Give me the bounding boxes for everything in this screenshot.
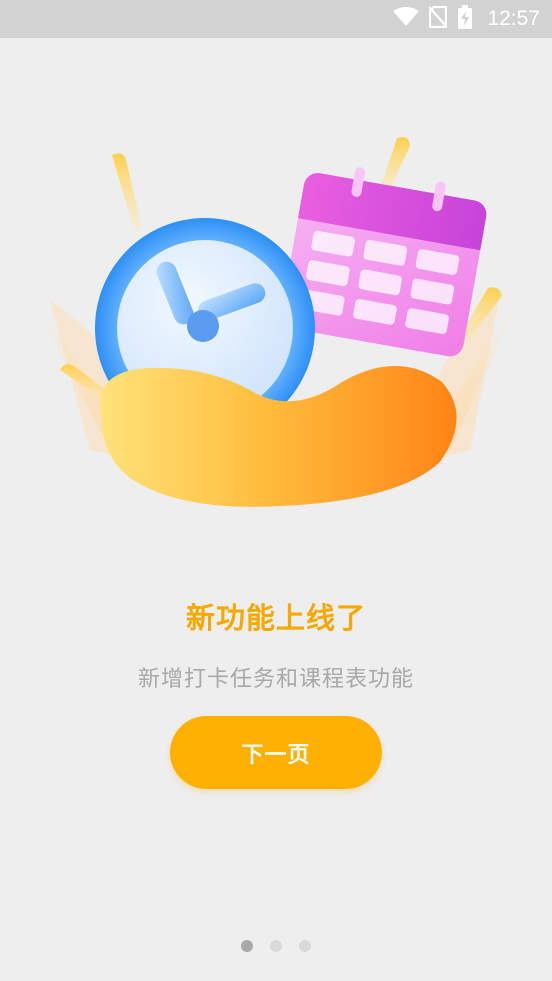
battery-charging-icon [457,5,473,33]
no-sim-icon [428,5,449,32]
status-bar: 12:57 [0,0,552,38]
onboarding-illustration [30,120,522,520]
page-title: 新功能上线了 [185,601,366,635]
page-indicator-dot-2[interactable] [270,940,282,952]
wifi-icon [393,7,420,31]
pagination-dots [0,940,552,952]
status-time: 12:57 [487,7,540,30]
page-subtitle: 新增打卡任务和课程表功能 [137,667,414,692]
status-icons: 12:57 [393,0,540,38]
page-indicator-dot-1[interactable] [241,940,253,952]
next-page-button[interactable]: 下一页 [170,716,382,789]
page-indicator-dot-3[interactable] [299,940,311,952]
